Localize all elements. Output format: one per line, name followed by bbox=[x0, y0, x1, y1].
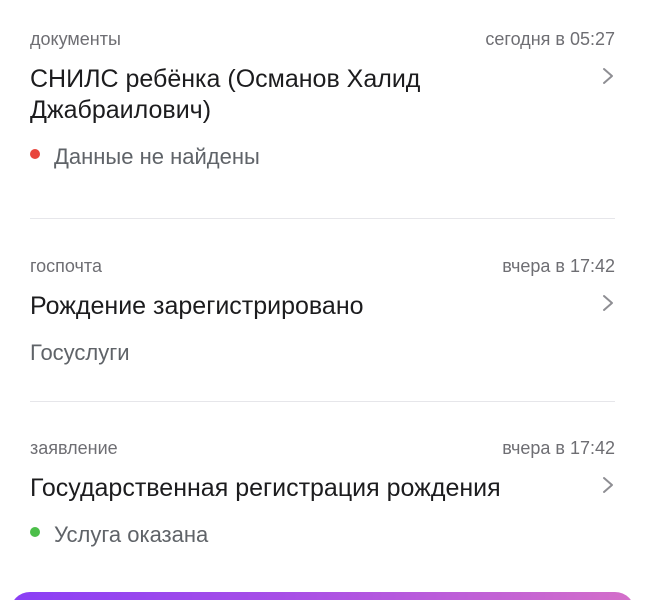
card-category: заявление bbox=[30, 438, 118, 458]
status-dot-error bbox=[30, 149, 40, 159]
card-category: документы bbox=[30, 29, 121, 49]
card-status-text: Данные не найдены bbox=[54, 144, 260, 169]
card-title-row: Рождение зарегистрировано bbox=[30, 291, 615, 322]
card-status: Данные не найдены bbox=[30, 144, 615, 170]
chevron-right-icon bbox=[603, 477, 613, 493]
card-title-row: Государственная регистрация рождения bbox=[30, 473, 615, 504]
notification-card-birth-registered[interactable]: госпочта вчера в 17:42 Рождение зарегист… bbox=[30, 255, 615, 380]
card-time: вчера в 17:42 bbox=[502, 256, 615, 276]
status-dot-success bbox=[30, 527, 40, 537]
card-status: Услуга оказана bbox=[30, 522, 615, 548]
notification-card-birth-registration-application[interactable]: заявление вчера в 17:42 Государственная … bbox=[30, 437, 615, 567]
chevron-right-icon bbox=[603, 295, 613, 311]
card-sender: Госуслуги bbox=[30, 340, 615, 366]
card-sender-text: Госуслуги bbox=[30, 340, 130, 365]
card-time: вчера в 17:42 bbox=[502, 438, 615, 458]
card-title: СНИЛС ребёнка (Османов Халид Джабраилови… bbox=[30, 65, 421, 124]
notification-card-snils[interactable]: документы сегодня в 05:27 СНИЛС ребёнка … bbox=[30, 28, 615, 193]
card-title: Государственная регистрация рождения bbox=[30, 474, 501, 502]
card-time: сегодня в 05:27 bbox=[485, 29, 615, 49]
card-title-row: СНИЛС ребёнка (Османов Халид Джабраилови… bbox=[30, 64, 615, 126]
card-category: госпочта bbox=[30, 256, 102, 276]
bottom-action-banner[interactable] bbox=[10, 592, 635, 600]
card-meta: госпочта вчера в 17:42 bbox=[30, 255, 615, 277]
card-status-text: Услуга оказана bbox=[54, 522, 209, 547]
divider bbox=[30, 401, 615, 402]
chevron-right-icon bbox=[603, 68, 613, 84]
card-meta: заявление вчера в 17:42 bbox=[30, 437, 615, 459]
notification-feed: документы сегодня в 05:27 СНИЛС ребёнка … bbox=[0, 0, 645, 600]
divider bbox=[30, 218, 615, 219]
card-title: Рождение зарегистрировано bbox=[30, 292, 364, 320]
card-meta: документы сегодня в 05:27 bbox=[30, 28, 615, 50]
